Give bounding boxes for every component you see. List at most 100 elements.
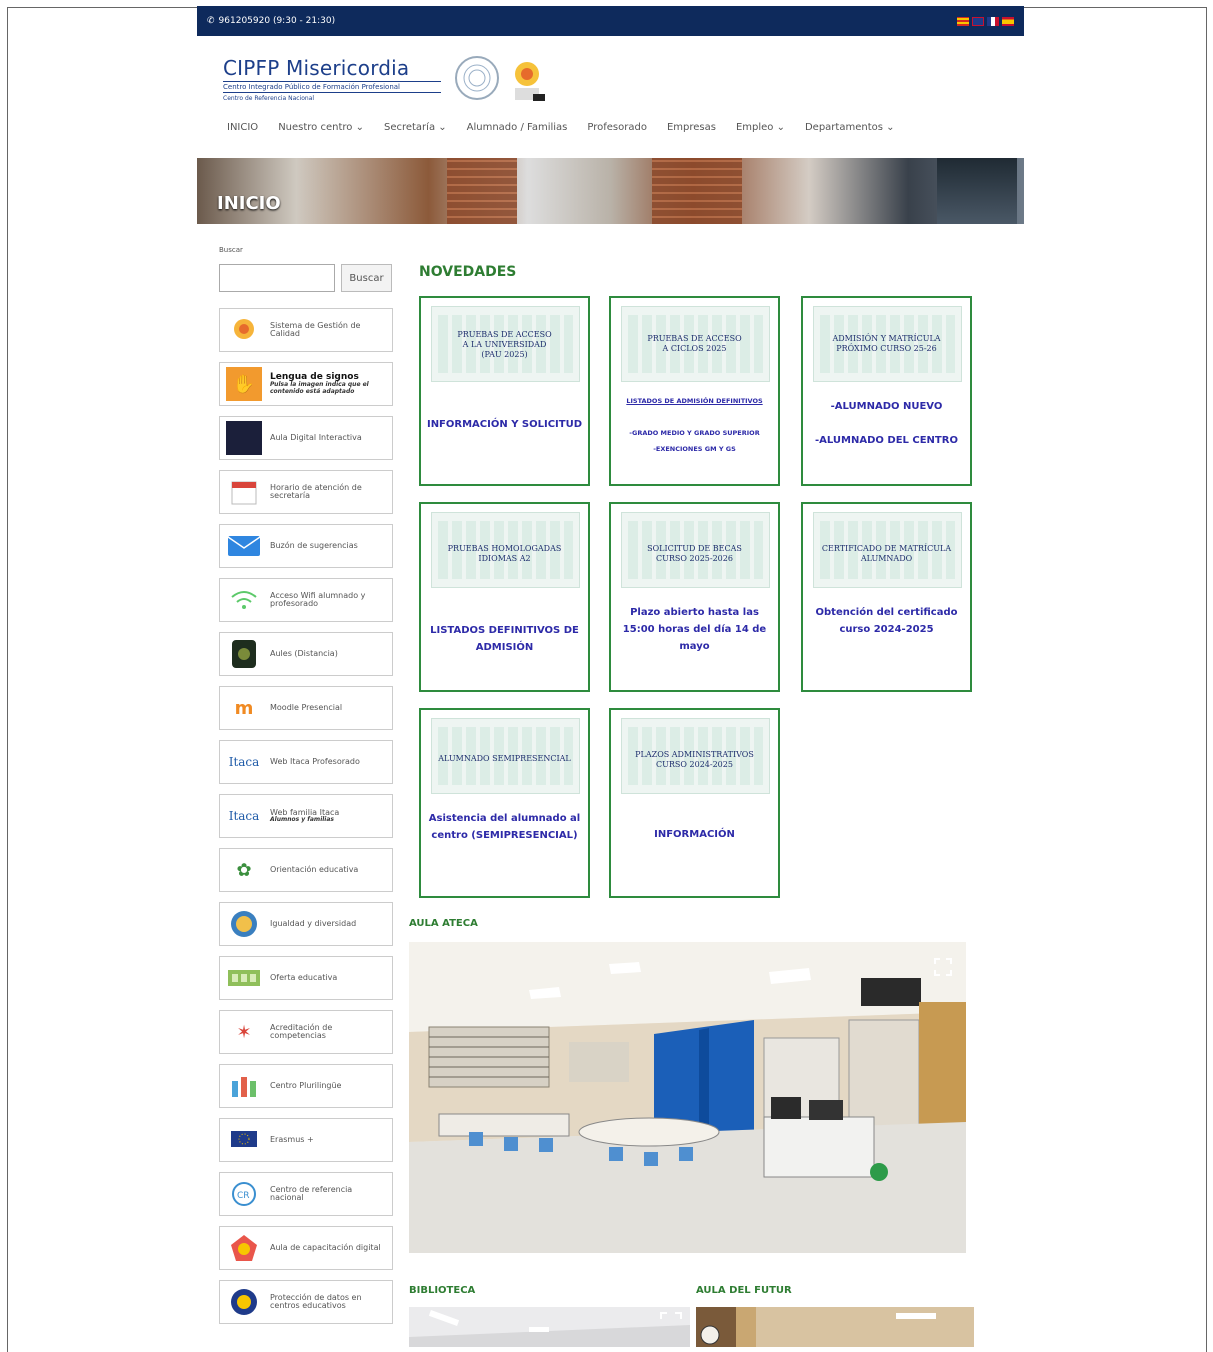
site-header: CIPFP Misericordia Centro Integrado Públ…	[197, 36, 1024, 156]
card-link[interactable]: INFORMACIÓN Y SOLICITUD	[425, 416, 584, 433]
nav-item-inicio[interactable]: INICIO	[227, 122, 258, 133]
mail-icon	[226, 529, 262, 563]
card-link[interactable]: -EXENCIONES GM Y GS	[615, 442, 774, 456]
news-card[interactable]: ALUMNADO SEMIPRESENCIAL Asistencia del a…	[419, 708, 590, 898]
data-protection-icon	[226, 1285, 262, 1319]
nav-item-profesorado[interactable]: Profesorado	[587, 122, 647, 133]
search-label: Buscar	[219, 246, 243, 254]
sidebar-item-buzon[interactable]: Buzón de sugerencias	[219, 524, 393, 568]
card-link[interactable]: LISTADOS DE ADMISIÓN DEFINITIVOS	[615, 394, 774, 408]
nav-item-departamentos[interactable]: Departamentos ⌄	[805, 122, 895, 133]
card-link[interactable]: -ALUMNADO DEL CENTRO	[807, 432, 966, 449]
moodle-icon: m	[234, 697, 254, 719]
sidebar-item-capacitacion[interactable]: Aula de capacitación digital	[219, 1226, 393, 1270]
nav-item-secretaria[interactable]: Secretaría ⌄	[384, 122, 447, 133]
logo-subtitle: Centro Integrado Público de Formación Pr…	[223, 81, 441, 93]
novedades-title: NOVEDADES	[419, 264, 517, 280]
section-title-aula-ateca: AULA ATECA	[409, 918, 478, 929]
sidebar-item-label: Acreditación de competencias	[270, 1022, 333, 1040]
calendar-icon	[226, 475, 262, 509]
sidebar-item-label: Orientación educativa	[270, 864, 359, 874]
site-logo[interactable]: CIPFP Misericordia Centro Integrado Públ…	[223, 56, 441, 102]
sidebar-item-label: Moodle Presencial	[270, 702, 343, 712]
sidebar-item-lengua-signos[interactable]: ✋ Lengua de signos Pulsa la imagen indica…	[219, 362, 393, 406]
card-thumb-text: CERTIFICADO DE MATRÍCULA ALUMNADO	[821, 544, 952, 563]
hero-bricks	[652, 158, 742, 224]
sidebar-item-calidad[interactable]: Sistema de Gestión de Calidad	[219, 308, 393, 352]
sidebar-item-erasmus[interactable]: Erasmus +	[219, 1118, 393, 1162]
sidebar-item-label: Aules (Distancia)	[270, 648, 338, 658]
news-card[interactable]: SOLICITUD DE BECAS CURSO 2025-2026 Plazo…	[609, 502, 780, 692]
quality-badge-icon	[509, 52, 547, 102]
education-offer-icon	[226, 961, 262, 995]
news-card[interactable]: PRUEBAS DE ACCESO A LA UNIVERSIDAD (PAU …	[419, 296, 590, 486]
aula-ateca-photo[interactable]	[409, 942, 966, 1253]
card-link[interactable]: LISTADOS DEFINITIVOS DE ADMISIÓN	[425, 622, 584, 656]
sidebar-item-plurilingue[interactable]: Centro Plurilingüe	[219, 1064, 393, 1108]
sidebar-item-acreditacion[interactable]: ✶ Acreditación de competencias	[219, 1010, 393, 1054]
sidebar-item-note: Pulsa la imagen indica que el contenido …	[270, 381, 369, 395]
nav-item-empresas[interactable]: Empresas	[667, 122, 716, 133]
card-link[interactable]: -ALUMNADO NUEVO	[807, 398, 966, 415]
itaca-icon: Itaca	[228, 755, 260, 769]
phone-icon: ✆	[207, 16, 215, 26]
news-card[interactable]: CERTIFICADO DE MATRÍCULA ALUMNADO Obtenc…	[801, 502, 972, 692]
equality-icon	[226, 907, 262, 941]
card-link[interactable]: -GRADO MEDIO Y GRADO SUPERIOR	[615, 426, 774, 440]
news-card[interactable]: PRUEBAS DE ACCESO A CICLOS 2025 LISTADOS…	[609, 296, 780, 486]
hero-bricks	[447, 158, 517, 224]
sidebar-links: Sistema de Gestión de Calidad ✋ Lengua d…	[219, 308, 393, 1334]
sidebar-item-aula-digital[interactable]: Aula Digital Interactiva	[219, 416, 393, 460]
news-card[interactable]: ADMISIÓN Y MATRÍCULA PRÓXIMO CURSO 25-26…	[801, 296, 972, 486]
france-flag-icon[interactable]	[987, 16, 999, 26]
aula-futur-photo[interactable]	[696, 1307, 974, 1347]
sidebar-item-moodle[interactable]: m Moodle Presencial	[219, 686, 393, 730]
search-button[interactable]: Buscar	[341, 264, 392, 292]
card-link[interactable]: Plazo abierto hasta las 15:00 horas del …	[615, 604, 774, 655]
sidebar-item-proteccion-datos[interactable]: Protección de datos en centros educativo…	[219, 1280, 393, 1324]
section-title-biblioteca: BIBLIOTECA	[409, 1285, 476, 1296]
card-link[interactable]: INFORMACIÓN	[615, 826, 774, 843]
valencian-flag-icon[interactable]	[957, 16, 969, 26]
quality-icon	[226, 313, 262, 347]
biblioteca-photo[interactable]	[409, 1307, 690, 1347]
sidebar-item-wifi[interactable]: Acceso Wifi alumnado y profesorado	[219, 578, 393, 622]
seal-badge-icon	[455, 56, 499, 100]
sidebar-item-aules[interactable]: Aules (Distancia)	[219, 632, 393, 676]
card-link[interactable]: Asistencia del alumnado al centro (SEMIP…	[425, 810, 584, 844]
news-card[interactable]: PLAZOS ADMINISTRATIVOS CURSO 2024-2025 I…	[609, 708, 780, 898]
nav-item-alumnado-familias[interactable]: Alumnado / Familias	[467, 122, 568, 133]
sidebar-item-igualdad[interactable]: Igualdad y diversidad	[219, 902, 393, 946]
sidebar-item-text: Lengua de signos Pulsa la imagen indica q…	[270, 372, 386, 395]
nav-item-nuestro-centro[interactable]: Nuestro centro ⌄	[278, 122, 364, 133]
news-card[interactable]: PRUEBAS HOMOLOGADAS IDIOMAS A2 LISTADOS …	[419, 502, 590, 692]
sidebar-item-oferta[interactable]: Oferta educativa	[219, 956, 393, 1000]
sidebar-item-label: Igualdad y diversidad	[270, 918, 357, 928]
orientation-icon: ✿	[236, 859, 252, 881]
page-title: INICIO	[217, 193, 281, 214]
sidebar-item-label: Centro de referencia nacional	[270, 1184, 353, 1202]
expand-icon[interactable]	[934, 958, 952, 976]
frame-line	[1024, 7, 1207, 8]
sidebar-item-crn[interactable]: CR Centro de referencia nacional	[219, 1172, 393, 1216]
sidebar-item-label: Acceso Wifi alumnado y profesorado	[270, 590, 366, 608]
sidebar-item-label: Centro Plurilingüe	[270, 1080, 342, 1090]
crn-icon: CR	[226, 1177, 262, 1211]
wifi-icon	[226, 583, 262, 617]
card-link[interactable]: Obtención del certificado curso 2024-202…	[807, 604, 966, 638]
main-nav: INICIO Nuestro centro ⌄ Secretaría ⌄ Alu…	[227, 122, 895, 133]
sidebar-item-label: Web Itaca Profesorado	[270, 756, 360, 766]
sidebar-item-horario[interactable]: Horario de atención de secretaría	[219, 470, 393, 514]
sidebar-item-label: Erasmus +	[270, 1134, 314, 1144]
library-image	[409, 1307, 690, 1347]
card-thumb-text: ALUMNADO SEMIPRESENCIAL	[438, 754, 571, 763]
logo-tagline: Centro de Referencia Nacional	[223, 95, 315, 102]
uk-flag-icon[interactable]	[972, 16, 984, 26]
sidebar-item-itaca-familia[interactable]: Itaca Web familia Itaca Alumnos y familia…	[219, 794, 393, 838]
sidebar-item-orientacion[interactable]: ✿ Orientación educativa	[219, 848, 393, 892]
search-input[interactable]	[219, 264, 335, 292]
nav-item-empleo[interactable]: Empleo ⌄	[736, 122, 785, 133]
sidebar-item-label: Protección de datos en centros educativo…	[270, 1292, 362, 1310]
spain-flag-icon[interactable]	[1002, 16, 1014, 26]
sidebar-item-itaca-profesorado[interactable]: Itaca Web Itaca Profesorado	[219, 740, 393, 784]
